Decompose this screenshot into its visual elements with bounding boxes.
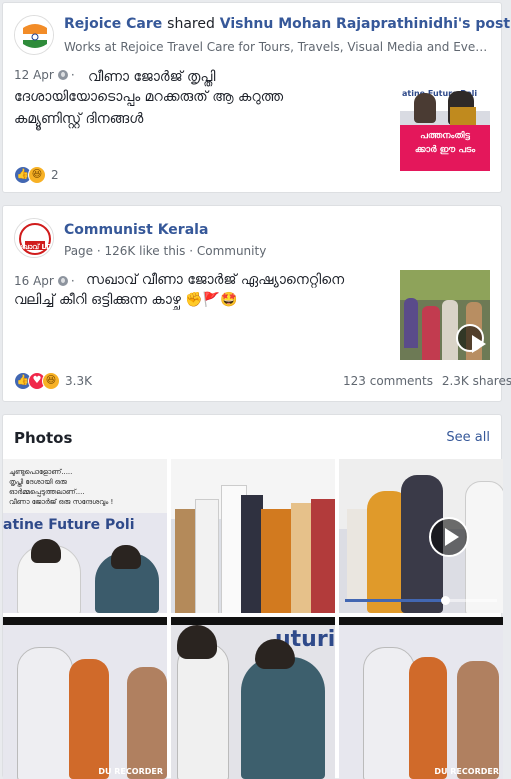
photo-person xyxy=(177,643,229,779)
post-card-rejoice: Rejoice Care shared Vishnu Mohan Rajapra… xyxy=(2,2,510,193)
caption-line: ഓർമ്മപ്പെടുത്തലാണ്.... xyxy=(9,488,85,496)
post-card-communist-kerala: സഖാവ് LDF Communist Kerala Page · 126K l… xyxy=(2,205,511,402)
photos-card: Photos See all ചുണ്ടുപൊളോണ്..... തൃപ്തി … xyxy=(2,414,503,779)
caption-line: വീണാ ജോർജ് ഒരു സന്ദേശവും ! xyxy=(9,498,114,506)
photo-person xyxy=(465,481,503,613)
thumb-crowd xyxy=(404,298,418,348)
photo-stage-text: atine Future Poli xyxy=(3,517,135,533)
video-play-icon[interactable] xyxy=(456,324,486,353)
thumb-person-left xyxy=(414,93,436,123)
thumb-banner: പത്തനംതിട്ട ക്കാർ ഈ പടം xyxy=(400,125,490,171)
shared-post-link[interactable]: Vishnu Mohan Rajaprathinidhi's post xyxy=(220,16,510,32)
post-text-line: കമ്യൂണിസ്റ്റ് ദിനങ്ങൾ xyxy=(14,111,144,127)
avatar-ldf-text: സഖാവ് LDF xyxy=(15,243,54,251)
photo-person xyxy=(457,661,499,779)
video-progress-handle[interactable] xyxy=(441,596,450,605)
page-type: Page xyxy=(64,244,94,258)
page-link-communist-kerala[interactable]: Communist Kerala xyxy=(64,222,208,238)
globe-icon xyxy=(57,276,68,286)
post-header-subtitle: Works at Rejoice Travel Care for Tours, … xyxy=(64,40,492,54)
page-link-rejoice-care[interactable]: Rejoice Care xyxy=(64,16,162,32)
shared-verb: shared xyxy=(167,16,215,32)
post-text-line: സഖാവ് വീണാ ജോർജ് ഏഷ്യാനെറ്റിനെ xyxy=(86,272,345,288)
photo-person xyxy=(177,625,217,659)
comments-count: 123 comments 2.3K shares xyxy=(343,374,511,388)
photo-thumbnail[interactable]: ചുണ്ടുപൊളോണ്..... തൃപ്തി ദേശായി ഒരു ഓർമ്… xyxy=(3,459,167,613)
thumb-crowd xyxy=(422,306,440,360)
post-meta: 12 Apr · xyxy=(14,68,75,82)
thumb-crowd xyxy=(442,300,458,360)
post-text: സഖാവ് വീണാ ജോർജ് ഏഷ്യാനെറ്റിനെ വലിച്ച് ക… xyxy=(14,272,394,311)
photo-person xyxy=(69,659,109,779)
du-recorder-watermark: DU RECORDER xyxy=(98,767,163,776)
post-date-link[interactable]: 16 Apr xyxy=(14,274,54,288)
reaction-icons[interactable]: 👍 😆 xyxy=(14,166,48,184)
post-text-line: ദേശായിയോടൊപ്പം മറക്കരുത് ആ കറുത്ത xyxy=(14,89,284,105)
haha-reaction-icon: 😆 xyxy=(42,372,60,390)
photos-title: Photos xyxy=(14,429,73,447)
thumb-trees xyxy=(400,270,490,300)
caption-line: തൃപ്തി ദേശായി ഒരു xyxy=(9,478,67,486)
post-text: വീണാ ജോർജ് തൃപ്തി ദേശായിയോടൊപ്പം മറക്കരു… xyxy=(14,69,389,130)
reaction-icons[interactable]: 👍 ♥ 😆 xyxy=(14,372,62,390)
video-thumbnail[interactable] xyxy=(400,270,490,360)
reaction-count[interactable]: 3.3K xyxy=(65,374,92,388)
photo-person xyxy=(409,657,447,779)
caption-line: ചുണ്ടുപൊളോണ്..... xyxy=(9,468,73,476)
post-meta: 16 Apr · xyxy=(14,274,75,288)
post-thumbnail[interactable]: atine Future Poli പത്തനംതിട്ട ക്കാർ ഈ പട… xyxy=(400,81,490,171)
post-text-line: വീണാ ജോർജ് തൃപ്തി xyxy=(88,69,216,85)
shares-link[interactable]: 2.3K shares xyxy=(442,374,511,388)
photo-person xyxy=(291,503,313,613)
photo-caption: ചുണ്ടുപൊളോണ്..... തൃപ്തി ദേശായി ഒരു ഓർമ്… xyxy=(9,467,113,507)
thumb-banner-line: ക്കാർ ഈ പടം xyxy=(414,145,476,155)
photo-stage xyxy=(339,617,503,625)
post-header-subtitle: Page · 126K like this · Community xyxy=(64,244,267,258)
video-photo-thumbnail[interactable] xyxy=(339,459,503,613)
page-category[interactable]: Community xyxy=(197,244,266,258)
photo-person xyxy=(311,499,335,613)
avatar-rejoice-care[interactable] xyxy=(14,15,54,55)
avatar-communist-kerala[interactable]: സഖാവ് LDF xyxy=(14,218,54,258)
photo-person xyxy=(241,495,263,613)
page-likes: 126K like this xyxy=(104,244,186,258)
post-date-link[interactable]: 12 Apr xyxy=(14,68,54,82)
photo-person xyxy=(195,499,219,613)
photo-person xyxy=(347,509,367,599)
photo-thumbnail[interactable]: DU RECORDER xyxy=(339,617,503,779)
video-play-icon[interactable] xyxy=(429,517,469,557)
photo-person xyxy=(111,545,141,569)
photo-stage xyxy=(3,617,167,625)
haha-reaction-icon: 😆 xyxy=(28,166,46,184)
photo-thumbnail[interactable]: DU RECORDER xyxy=(3,617,167,779)
post-header-title: Rejoice Care shared Vishnu Mohan Rajapra… xyxy=(64,16,510,32)
post-text-line: വലിച്ച് കീറി ഒട്ടിക്കുന്ന കാഴ്ച ✊🚩🤩 xyxy=(14,292,238,308)
reaction-count[interactable]: 2 xyxy=(51,168,59,182)
photo-thumbnail[interactable]: uturi xyxy=(171,617,335,779)
video-progress-fill xyxy=(345,599,445,602)
photo-thumbnail[interactable] xyxy=(171,459,335,613)
du-recorder-watermark: DU RECORDER xyxy=(434,767,499,776)
photo-person xyxy=(241,657,325,779)
globe-icon xyxy=(57,70,68,80)
photo-person xyxy=(261,509,291,613)
see-all-link[interactable]: See all xyxy=(446,430,490,445)
thumb-banner-line: പത്തനംതിട്ട xyxy=(420,131,470,141)
photo-stage xyxy=(171,617,335,625)
thumb-saree xyxy=(450,107,476,127)
photo-person xyxy=(17,647,73,779)
comments-link[interactable]: 123 comments xyxy=(343,374,433,388)
photo-person xyxy=(175,509,195,613)
photo-person xyxy=(31,539,61,563)
photo-person xyxy=(127,667,167,779)
photo-person xyxy=(363,647,415,779)
